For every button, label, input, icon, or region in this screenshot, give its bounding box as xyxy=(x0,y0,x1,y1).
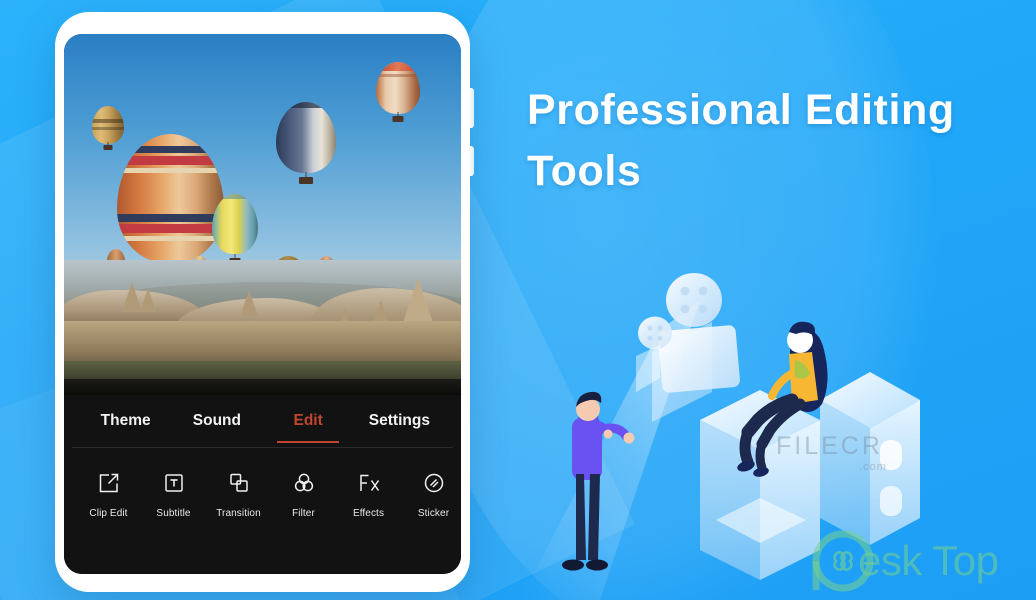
man-shoe xyxy=(586,559,608,571)
man-shirt xyxy=(573,408,600,444)
tool-filter[interactable]: Filter xyxy=(271,467,336,519)
tool-clip-edit[interactable]: Clip Edit xyxy=(76,467,141,519)
woman-top-detail xyxy=(794,360,810,379)
tool-label: Filter xyxy=(292,508,315,519)
promo-banner: Professional Editing Tools Theme Sound E… xyxy=(0,0,1036,600)
volume-down-button[interactable] xyxy=(468,146,474,176)
block-slab xyxy=(716,498,806,543)
balloon xyxy=(376,62,420,122)
tab-bar: Theme Sound Edit Settings xyxy=(64,395,461,447)
editor-panel: Theme Sound Edit Settings Clip Edit Subt… xyxy=(64,395,461,574)
film-projector-icon xyxy=(636,273,740,422)
filecr-watermark-suffix: .com xyxy=(859,461,887,473)
woman-shoe xyxy=(737,460,755,472)
tab-label: Sound xyxy=(192,412,241,429)
woman-thigh xyxy=(741,393,799,439)
desktop-watermark: esk Top xyxy=(812,530,999,592)
man-shoe xyxy=(562,559,584,571)
tool-subtitle[interactable]: Subtitle xyxy=(141,467,206,519)
man-arm-front xyxy=(582,421,610,436)
woman-shin xyxy=(739,426,754,468)
woman-top xyxy=(789,352,818,404)
block-left-face xyxy=(700,420,760,580)
volume-up-button[interactable] xyxy=(468,88,474,128)
rock-peak xyxy=(140,288,156,312)
block-notch xyxy=(880,440,902,470)
video-preview-photo xyxy=(64,34,461,395)
clip-edit-icon xyxy=(76,467,141,499)
tool-sticker[interactable]: Sticker xyxy=(401,467,461,519)
projector-reel-small xyxy=(638,316,672,350)
woman-arm xyxy=(768,370,795,400)
block-notch xyxy=(880,486,902,516)
foreground-road xyxy=(64,379,461,395)
projector-light-beam xyxy=(520,300,700,600)
tool-bar: Clip Edit Subtitle Transition Filter Eff… xyxy=(64,447,461,519)
tree-line xyxy=(64,361,461,381)
tab-label: Settings xyxy=(368,412,430,429)
man-hair xyxy=(576,391,602,407)
tool-label: Clip Edit xyxy=(89,508,128,519)
balloon xyxy=(212,194,258,264)
rock-peak xyxy=(402,278,434,326)
block-left-face xyxy=(820,400,870,545)
woman-thigh-back xyxy=(756,398,806,450)
effects-icon xyxy=(336,467,401,499)
tab-edit[interactable]: Edit xyxy=(263,395,354,447)
woman-head xyxy=(787,327,813,353)
desktop-watermark-text: esk Top xyxy=(858,537,999,584)
tab-theme[interactable]: Theme xyxy=(80,395,171,447)
page-title: Professional Editing Tools xyxy=(527,86,955,196)
man-head xyxy=(576,397,600,421)
transition-icon xyxy=(206,467,271,499)
projector-lens xyxy=(636,345,660,392)
balloon xyxy=(276,102,336,184)
rock-peak xyxy=(240,290,258,316)
sticker-icon xyxy=(401,467,461,499)
woman-hair-front xyxy=(789,321,815,336)
filecr-watermark: FILECR .com xyxy=(776,432,886,473)
man-leg-right xyxy=(588,474,600,560)
filecr-watermark-text: FILECR xyxy=(776,432,883,460)
man-arm-raised xyxy=(593,423,631,441)
rock-peak xyxy=(122,282,142,312)
man-hand xyxy=(623,432,635,444)
block-top xyxy=(820,372,920,428)
tab-divider xyxy=(72,447,453,448)
tab-sound[interactable]: Sound xyxy=(171,395,262,447)
landscape-terrain xyxy=(64,260,461,395)
block-right-face xyxy=(870,400,920,545)
projector-reel-large xyxy=(666,273,722,327)
woman-hair xyxy=(790,328,828,412)
tool-label: Subtitle xyxy=(156,508,191,519)
woman-shin-back xyxy=(755,439,767,473)
standing-man-figure xyxy=(562,391,635,571)
woman-shoe xyxy=(753,467,769,477)
tool-label: Transition xyxy=(216,508,261,519)
block-top xyxy=(700,390,820,450)
tablet-screen: Theme Sound Edit Settings Clip Edit Subt… xyxy=(64,34,461,574)
seated-woman-figure xyxy=(737,321,828,477)
tab-label: Theme xyxy=(100,412,151,429)
infinity-glyph xyxy=(833,551,853,571)
man-torso xyxy=(572,418,602,480)
isometric-blocks xyxy=(700,372,920,580)
tool-effects[interactable]: Effects xyxy=(336,467,401,519)
tool-label: Sticker xyxy=(417,508,450,519)
man-leg-left xyxy=(576,474,586,560)
desktop-logo-icon xyxy=(812,530,874,592)
subtitle-icon xyxy=(141,467,206,499)
tool-label: Effects xyxy=(352,508,385,519)
man-hand xyxy=(603,429,613,439)
filter-icon xyxy=(271,467,336,499)
tablet-device: Theme Sound Edit Settings Clip Edit Subt… xyxy=(55,12,474,592)
tab-settings[interactable]: Settings xyxy=(354,395,445,447)
tab-label: Edit xyxy=(293,412,323,429)
block-right-face xyxy=(760,420,820,580)
tool-transition[interactable]: Transition xyxy=(206,467,271,519)
